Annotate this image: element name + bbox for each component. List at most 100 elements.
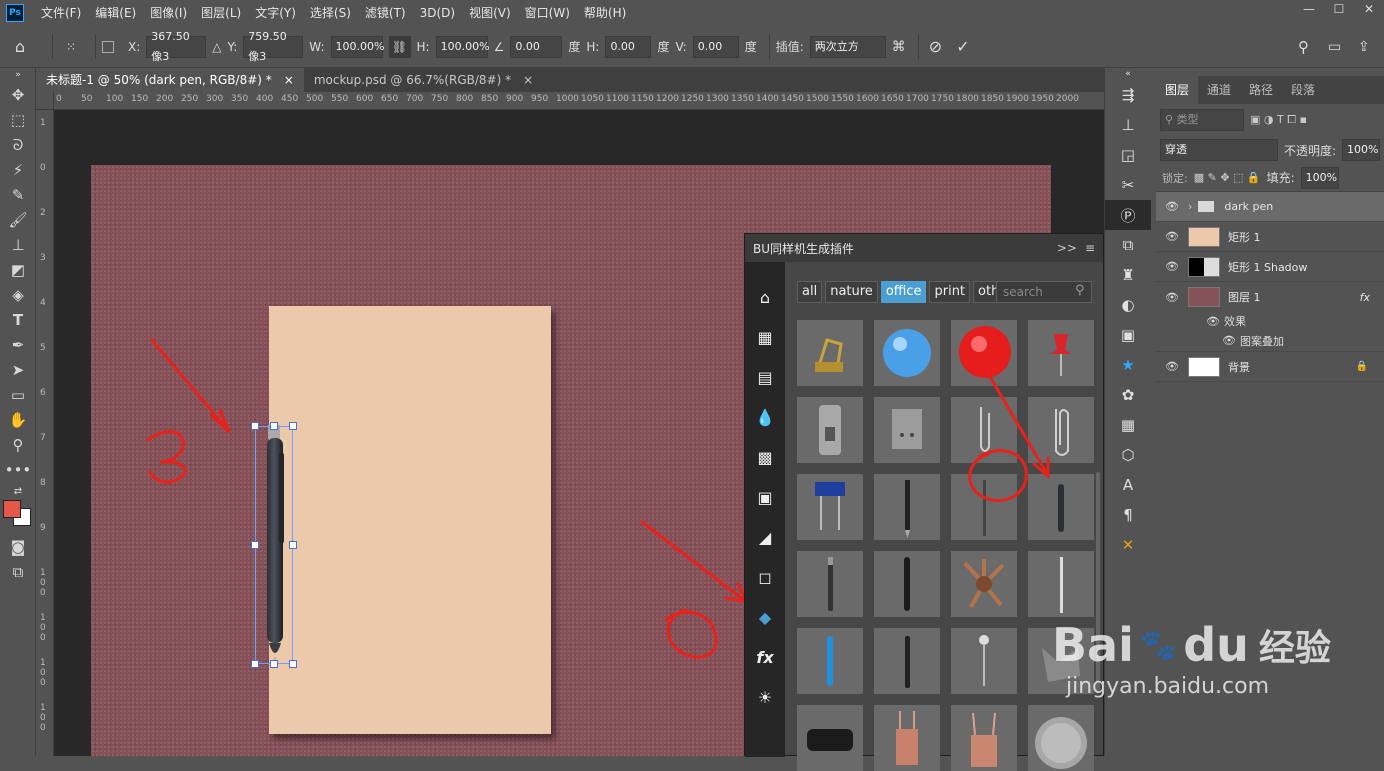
eye-icon[interactable]: 👁 (1156, 360, 1188, 373)
filter-all[interactable]: all (797, 281, 823, 303)
menu-type[interactable]: 文字(Y) (248, 0, 303, 26)
lock-icons[interactable]: ▩ ✎ ✥ ⬚ 🔒 (1194, 171, 1261, 184)
copper-binder-clip-2-thumb[interactable] (951, 705, 1017, 771)
reference-point-icon[interactable]: ⁙ (59, 40, 83, 54)
close-button[interactable]: ✕ (1354, 0, 1384, 18)
eye-icon[interactable]: 👁 (1156, 260, 1188, 273)
libraries-icon[interactable]: ▣ (1105, 320, 1151, 350)
link-icon[interactable]: ⛓ (388, 35, 411, 58)
light-icon[interactable]: ☀ (745, 677, 785, 717)
tab-layers[interactable]: 图层 (1156, 76, 1199, 104)
quick-mask-icon[interactable]: ◙ (0, 534, 36, 559)
menu-image[interactable]: 图像(I) (143, 0, 194, 26)
frame-icon[interactable]: ▣ (745, 477, 785, 517)
layer-row-background[interactable]: 👁 背景 🔒 (1156, 352, 1384, 382)
eraser-thumb[interactable] (797, 705, 863, 771)
stamp-tool-icon[interactable]: ⊥ (0, 232, 36, 257)
marquee-tool-icon[interactable]: ⬚ (0, 107, 36, 132)
menu-3d[interactable]: 3D(D) (413, 0, 462, 26)
minimize-button[interactable]: — (1294, 0, 1324, 18)
filter-type-icons[interactable]: ▣ ◑ T ⧠ ▪ (1250, 113, 1307, 127)
menu-icon[interactable]: ≡ (1085, 241, 1095, 255)
layer-row-layer-1[interactable]: 👁 图层 1 fx (1156, 282, 1384, 312)
menu-filter[interactable]: 滤镜(T) (358, 0, 413, 26)
home-icon[interactable]: ⌂ (745, 277, 785, 317)
effect-item-row[interactable]: 👁 图案叠加 (1156, 330, 1384, 352)
menu-file[interactable]: 文件(F) (34, 0, 88, 26)
screen-mode-icon[interactable]: ⧉ (0, 559, 36, 584)
home-icon[interactable]: ⌂ (0, 37, 40, 56)
fountain-pen-thumb[interactable] (874, 474, 940, 540)
warp-icon[interactable]: ⌘ (892, 39, 906, 55)
workspace-icon[interactable]: ▭ (1328, 39, 1341, 55)
cube-icon[interactable]: ◆ (745, 597, 785, 637)
metal-clip-thumb[interactable] (797, 397, 863, 463)
expand-icon[interactable]: >> (1057, 241, 1077, 255)
type-tool-icon[interactable]: T (0, 307, 36, 332)
tab-mockup[interactable]: mockup.psd @ 66.7%(RGB/8#) * × (304, 68, 543, 92)
menu-edit[interactable]: 编辑(E) (88, 0, 143, 26)
tab-paths[interactable]: 路径 (1240, 76, 1282, 104)
paint-bucket-tool-icon[interactable]: ◈ (0, 282, 36, 307)
y-field[interactable]: 759.50 像3 (243, 30, 304, 63)
close-icon[interactable]: × (523, 68, 533, 92)
black-pen-thumb[interactable] (874, 628, 940, 694)
search-icon[interactable]: ⚲ (1298, 38, 1309, 56)
zoom-tool-icon[interactable]: ⚲ (0, 432, 36, 457)
reference-checkbox[interactable] (102, 40, 114, 53)
eye-icon[interactable]: 👁 (1156, 291, 1188, 304)
filter-office[interactable]: office (880, 281, 927, 303)
close-icon[interactable]: × (284, 68, 294, 92)
metal-holder-thumb[interactable] (874, 397, 940, 463)
tab-paragraph[interactable]: 段落 (1282, 76, 1324, 104)
commit-transform-icon[interactable]: ✓ (956, 37, 969, 56)
hand-tool-icon[interactable]: ✋ (0, 407, 36, 432)
checker-icon[interactable]: ▩ (745, 437, 785, 477)
lasso-tool-icon[interactable]: ᘐ (0, 132, 36, 157)
blue-pushpin-ball-thumb[interactable] (874, 320, 940, 386)
square-icon[interactable]: ◻ (745, 557, 785, 597)
stamp-icon[interactable]: ⊥ (1105, 110, 1151, 140)
menu-view[interactable]: 视图(V) (462, 0, 518, 26)
tab-untitled[interactable]: 未标题-1 @ 50% (dark pen, RGB/8#) * × (36, 68, 304, 92)
path-selection-tool-icon[interactable]: ➤ (0, 357, 36, 382)
ballpoint-pen-thumb[interactable] (797, 551, 863, 617)
more-tools-icon[interactable]: ••• (0, 457, 36, 482)
color-wheel-icon[interactable]: ✿ (1105, 380, 1151, 410)
pencil-cup-thumb[interactable] (951, 551, 1017, 617)
history-icon[interactable]: ⇶ (1105, 80, 1151, 110)
move-tool-icon[interactable]: ✥ (0, 82, 36, 107)
layer-row-dark-pen[interactable]: 👁 › dark pen (1156, 192, 1384, 222)
layer-row-rect-1-shadow[interactable]: 👁 矩形 1 Shadow (1156, 252, 1384, 282)
chevron-right-icon[interactable]: › (1188, 200, 1192, 213)
blend-mode-select[interactable]: 穿透 (1160, 139, 1278, 161)
properties-icon[interactable]: ♜ (1105, 260, 1151, 290)
pin-needle-thumb[interactable] (951, 628, 1017, 694)
rectangle-tool-icon[interactable]: ▭ (0, 382, 36, 407)
drop-icon[interactable]: 💧 (745, 397, 785, 437)
blue-binder-clip-thumb[interactable] (797, 474, 863, 540)
pen-tool-icon[interactable]: ✒ (0, 332, 36, 357)
plugin-p-icon[interactable]: Ⓟ (1105, 200, 1151, 230)
eyedropper-tool-icon[interactable]: ✎ (0, 182, 36, 207)
menu-layer[interactable]: 图层(L) (194, 0, 248, 26)
search-icon[interactable]: ⚲ (1075, 283, 1085, 298)
effects-row[interactable]: 👁 效果 (1156, 312, 1384, 330)
eye-icon[interactable]: 👁 (1156, 200, 1188, 213)
metal-tin-thumb[interactable] (1028, 705, 1094, 771)
blue-pen-thumb[interactable] (797, 628, 863, 694)
grid-icon[interactable]: ▦ (1105, 410, 1151, 440)
paragraph-icon[interactable]: ¶ (1105, 500, 1151, 530)
tools-cross-icon[interactable]: ✕ (1105, 530, 1151, 560)
paper-fold-icon[interactable]: ◢ (745, 517, 785, 557)
tab-channels[interactable]: 通道 (1198, 76, 1240, 104)
layer-comp-icon[interactable]: ◲ (1105, 140, 1151, 170)
fill-field[interactable]: 100% (1300, 166, 1339, 189)
vskew-field[interactable]: 0.00 (692, 35, 739, 58)
fx-badge[interactable]: fx (1360, 291, 1370, 304)
x-field[interactable]: 367.50 像3 (146, 30, 207, 63)
staple-remover-thumb[interactable] (1028, 628, 1094, 694)
brush-tool-icon[interactable]: 🖌 (0, 207, 36, 232)
layer-row-rect-1[interactable]: 👁 矩形 1 (1156, 222, 1384, 252)
collapse-icon[interactable]: » (0, 68, 36, 82)
